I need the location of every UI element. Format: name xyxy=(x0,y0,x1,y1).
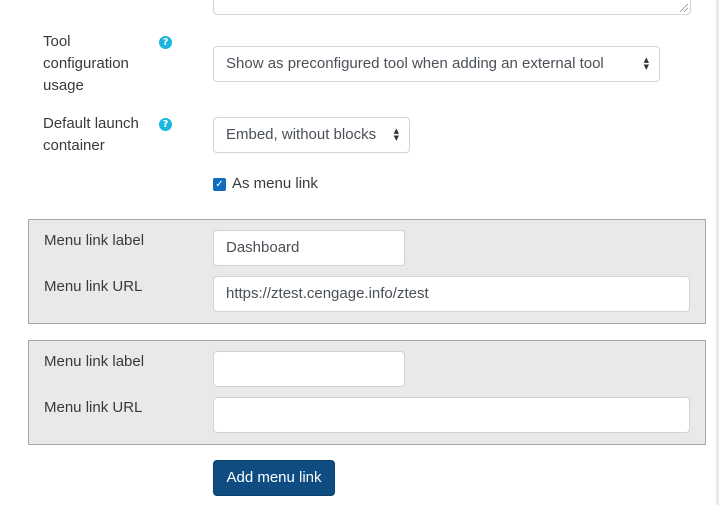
menu-link-label-caption: Menu link label xyxy=(44,353,145,370)
tool-config-usage-selected: Show as preconfigured tool when adding a… xyxy=(226,55,604,72)
as-menu-link-label[interactable]: As menu link xyxy=(232,173,318,195)
menu-link-label-input[interactable] xyxy=(213,351,405,387)
tool-config-usage-label-line2: configuration xyxy=(43,55,129,72)
tool-config-usage-select[interactable]: Show as preconfigured tool when adding a… xyxy=(213,46,660,82)
launch-container-label-line2: container xyxy=(43,137,105,154)
launch-container-label-line1: Default launch xyxy=(43,115,139,132)
menu-link-url-input[interactable] xyxy=(213,397,690,433)
description-textarea[interactable] xyxy=(213,0,691,15)
question-circle-icon[interactable]: ? xyxy=(159,36,172,49)
menu-link-label-input[interactable]: Dashboard xyxy=(213,230,405,266)
add-menu-link-button[interactable]: Add menu link xyxy=(213,460,335,496)
resize-grip-icon[interactable] xyxy=(680,4,688,12)
as-menu-link-checkbox[interactable]: ✓ xyxy=(213,178,226,191)
question-circle-icon[interactable]: ? xyxy=(159,118,172,131)
menu-link-url-input[interactable]: https://ztest.cengage.info/ztest xyxy=(213,276,690,312)
menu-link-label-caption: Menu link label xyxy=(44,232,145,249)
check-icon: ✓ xyxy=(215,179,224,190)
menu-link-url-caption: Menu link URL xyxy=(44,399,143,416)
sort-caret-icon: ▲ ▼ xyxy=(643,56,649,71)
tool-config-usage-label-line1: Tool xyxy=(43,33,71,50)
menu-link-url-caption: Menu link URL xyxy=(44,278,143,295)
menu-link-label-value: Dashboard xyxy=(226,239,300,256)
menu-link-url-value: https://ztest.cengage.info/ztest xyxy=(226,285,429,302)
launch-container-select[interactable]: Embed, without blocks ▲ ▼ xyxy=(213,117,410,153)
sort-caret-icon: ▲ ▼ xyxy=(393,127,399,142)
menu-link-group-1: Menu link label Dashboard Menu link URL … xyxy=(28,219,706,324)
menu-link-group-2: Menu link label Menu link URL xyxy=(28,340,706,445)
tool-config-usage-label-line3: usage xyxy=(43,77,84,94)
launch-container-selected: Embed, without blocks xyxy=(226,126,377,143)
